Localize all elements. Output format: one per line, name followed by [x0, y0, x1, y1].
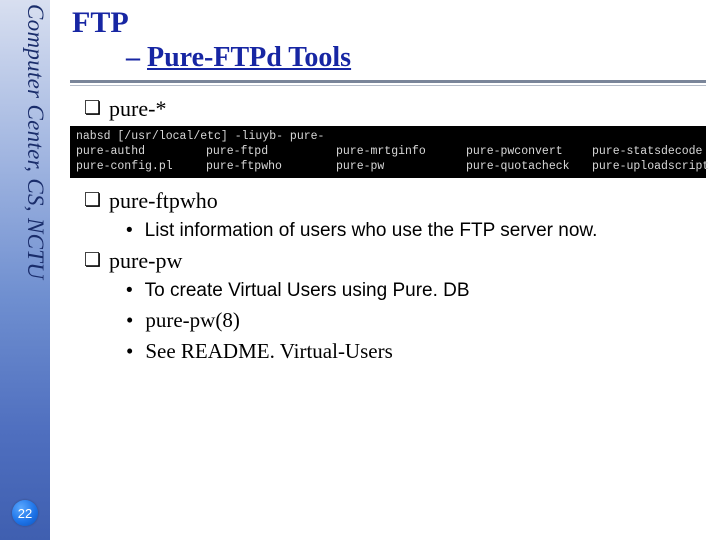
terminal-output: nabsd [/usr/local/etc] -liuyb- pure- pur…: [70, 126, 706, 178]
subtitle-prefix: –: [126, 42, 147, 73]
term-cell: pure-ftpwho: [206, 159, 336, 174]
terminal-row: pure-authdpure-ftpdpure-mrtginfopure-pwc…: [76, 144, 700, 159]
slide-title: FTP: [72, 6, 710, 40]
bullet-pure-pw: ❏ pure-pw: [84, 248, 710, 274]
term-cell: pure-statsdecode: [592, 144, 702, 159]
square-bullet-icon: ❏: [84, 188, 101, 214]
subtitle-text: Pure-FTPd Tools: [147, 42, 351, 73]
term-cell: pure-pwconvert: [466, 144, 592, 159]
terminal-row: pure-config.plpure-ftpwhopure-pwpure-quo…: [76, 159, 700, 174]
page-number-badge: 22: [12, 500, 38, 526]
bullet-pure-ftpwho: ❏ pure-ftpwho: [84, 188, 710, 214]
term-cell: pure-authd: [76, 144, 206, 159]
square-bullet-icon: ❏: [84, 96, 101, 122]
terminal-prompt: nabsd [/usr/local/etc] -liuyb- pure-: [76, 130, 324, 143]
bullet-text: pure-ftpwho: [109, 188, 218, 214]
term-cell: pure-pw: [336, 159, 466, 174]
sub-bullet: pure-pw(8): [126, 308, 710, 333]
term-cell: pure-quotacheck: [466, 159, 592, 174]
sidebar-label: Computer Center, CS, NCTU: [22, 4, 48, 279]
sidebar: Computer Center, CS, NCTU 22: [0, 0, 50, 540]
sub-bullet: List information of users who use the FT…: [126, 220, 710, 242]
title-rule-thin: [70, 85, 706, 86]
term-cell: pure-mrtginfo: [336, 144, 466, 159]
square-bullet-icon: ❏: [84, 248, 101, 274]
bullet-text: pure-*: [109, 96, 166, 122]
bullet-pure-star: ❏ pure-*: [84, 96, 710, 122]
term-cell: pure-config.pl: [76, 159, 206, 174]
title-rule-thick: [70, 80, 706, 83]
bullet-text: pure-pw: [109, 248, 182, 274]
slide: Computer Center, CS, NCTU 22 FTP – Pure-…: [0, 0, 720, 540]
term-cell: pure-uploadscript: [592, 159, 709, 174]
sub-bullet: To create Virtual Users using Pure. DB: [126, 280, 710, 302]
sub-bullet: See README. Virtual-Users: [126, 339, 710, 364]
sidebar-label-wrap: Computer Center, CS, NCTU: [2, 4, 48, 404]
content-area: FTP – Pure-FTPd Tools ❏ pure-* nabsd [/u…: [66, 6, 710, 364]
term-cell: pure-ftpd: [206, 144, 336, 159]
slide-subtitle: – Pure-FTPd Tools: [126, 42, 710, 74]
